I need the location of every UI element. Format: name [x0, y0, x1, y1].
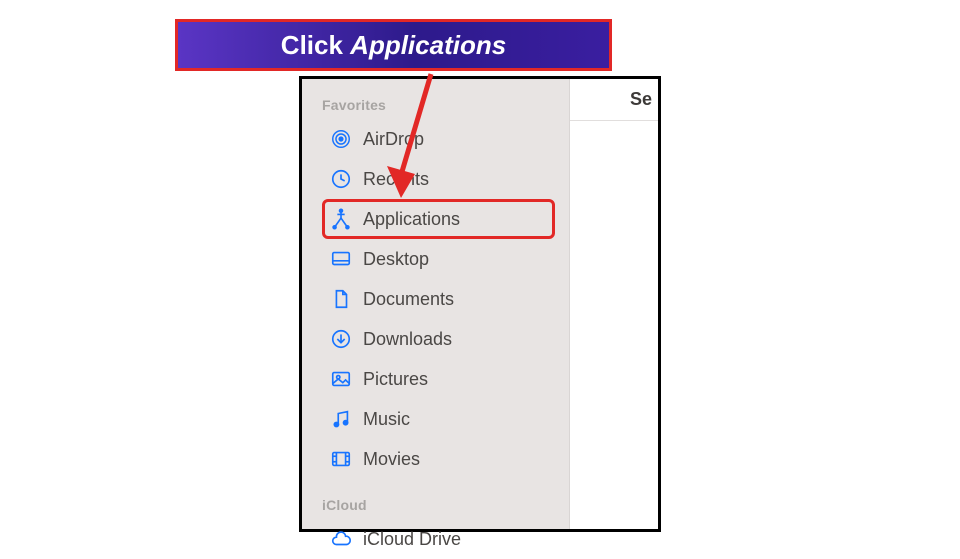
finder-main: Se: [570, 79, 658, 529]
finder-sidebar: Favorites AirDrop Recents: [302, 79, 570, 529]
sidebar-item-label: iCloud Drive: [363, 529, 461, 550]
sidebar-item-label: Desktop: [363, 249, 429, 270]
sidebar-item-label: Pictures: [363, 369, 428, 390]
sidebar-item-airdrop[interactable]: AirDrop: [322, 119, 555, 159]
document-icon: [329, 287, 353, 311]
sidebar-item-recents[interactable]: Recents: [322, 159, 555, 199]
sidebar-section-favorites: Favorites: [322, 97, 555, 113]
sidebar-item-label: Recents: [363, 169, 429, 190]
movies-icon: [329, 447, 353, 471]
sidebar-item-label: Downloads: [363, 329, 452, 350]
toolbar-fragment: Se: [630, 89, 652, 110]
download-icon: [329, 327, 353, 351]
instruction-callout: Click Applications: [175, 19, 612, 71]
sidebar-item-desktop[interactable]: Desktop: [322, 239, 555, 279]
finder-window: Favorites AirDrop Recents: [299, 76, 661, 532]
sidebar-item-movies[interactable]: Movies: [322, 439, 555, 479]
instruction-emphasis: Applications: [350, 30, 506, 60]
sidebar-item-label: AirDrop: [363, 129, 424, 150]
sidebar-item-applications[interactable]: Applications: [322, 199, 555, 239]
instruction-prefix: Click: [281, 30, 350, 60]
finder-toolbar: Se: [570, 79, 658, 121]
applications-icon: [329, 207, 353, 231]
pictures-icon: [329, 367, 353, 391]
sidebar-item-documents[interactable]: Documents: [322, 279, 555, 319]
cloud-icon: [329, 527, 353, 551]
sidebar-item-downloads[interactable]: Downloads: [322, 319, 555, 359]
sidebar-item-label: Applications: [363, 209, 460, 230]
desktop-icon: [329, 247, 353, 271]
clock-icon: [329, 167, 353, 191]
sidebar-item-pictures[interactable]: Pictures: [322, 359, 555, 399]
sidebar-section-icloud: iCloud: [322, 497, 555, 513]
music-icon: [329, 407, 353, 431]
sidebar-item-label: Movies: [363, 449, 420, 470]
sidebar-item-music[interactable]: Music: [322, 399, 555, 439]
sidebar-item-icloud-drive[interactable]: iCloud Drive: [322, 519, 555, 559]
sidebar-item-label: Documents: [363, 289, 454, 310]
airdrop-icon: [329, 127, 353, 151]
sidebar-item-label: Music: [363, 409, 410, 430]
instruction-text: Click Applications: [281, 30, 506, 61]
